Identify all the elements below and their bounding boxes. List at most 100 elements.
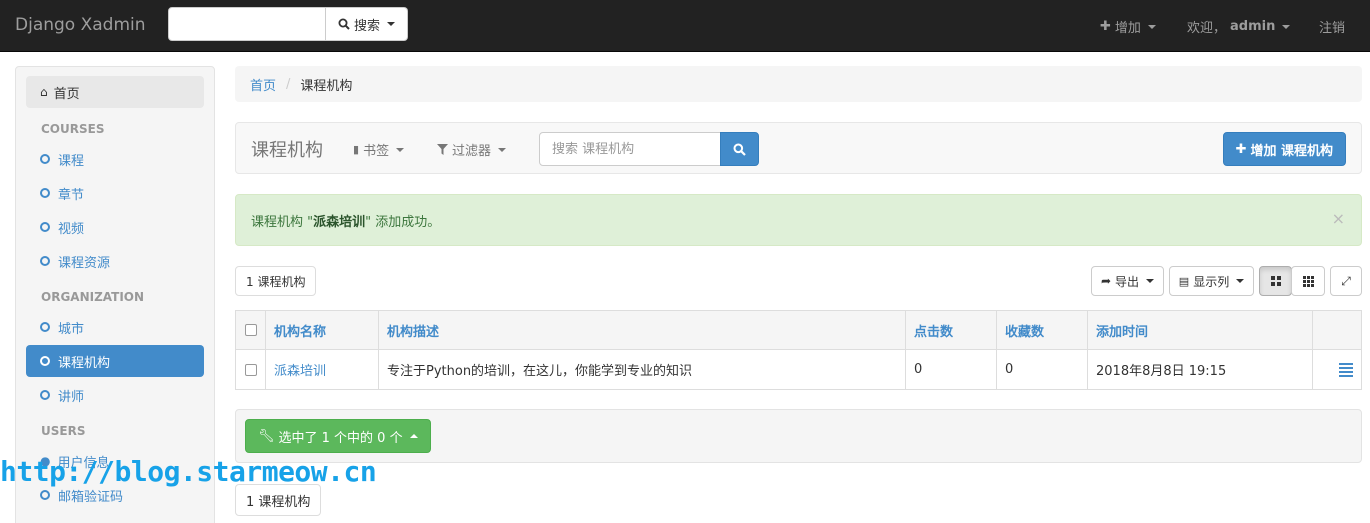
alert-object-name: 派森培训 bbox=[313, 214, 366, 230]
bookmarks-menu[interactable]: ▮ 书签 bbox=[353, 140, 405, 159]
sidebar-item-label: 章节 bbox=[58, 187, 85, 203]
column-header[interactable]: 机构描述 bbox=[379, 311, 906, 349]
wrench-icon: 🔧︎ bbox=[258, 428, 275, 444]
selection-label: 选中了 1 个中的 0 个 bbox=[278, 430, 403, 446]
circle-icon bbox=[40, 356, 50, 366]
columns-button[interactable]: ▤ 显示列 bbox=[1169, 266, 1254, 296]
sidebar-item-videos[interactable]: 视频 bbox=[26, 211, 204, 243]
list-search-input[interactable] bbox=[539, 132, 721, 166]
home-icon: ⌂ bbox=[40, 85, 48, 99]
breadcrumb-home[interactable]: 首页 bbox=[250, 75, 276, 94]
sidebar-item-label: 课程机构 bbox=[58, 355, 111, 371]
sidebar-item-home[interactable]: ⌂ 首页 bbox=[26, 76, 204, 108]
column-header[interactable]: 收藏数 bbox=[997, 311, 1088, 349]
sidebar-item-chapters[interactable]: 章节 bbox=[26, 177, 204, 209]
breadcrumb-current: 课程机构 bbox=[300, 78, 353, 94]
row-checkbox[interactable] bbox=[244, 363, 257, 376]
filters-label: 过滤器 bbox=[452, 144, 492, 159]
circle-icon bbox=[40, 256, 50, 266]
row-actions-cell[interactable] bbox=[1313, 350, 1361, 389]
results-table: 机构名称 机构描述 点击数 收藏数 添加时间 派森培训 专注于Python的培训… bbox=[235, 310, 1362, 390]
brand-link[interactable]: Django Xadmin bbox=[15, 15, 146, 35]
breadcrumb: 首页 / 课程机构 bbox=[235, 66, 1362, 102]
watermark: http://blog.starmeow.cn bbox=[0, 455, 377, 488]
sidebar-item-courses[interactable]: 课程 bbox=[26, 143, 204, 175]
nav-add-menu[interactable]: ✚ 增加 bbox=[1100, 17, 1156, 36]
table-cell: 0 bbox=[997, 350, 1088, 389]
logout-label: 注销 bbox=[1319, 21, 1346, 36]
th-large-icon bbox=[1270, 276, 1281, 286]
close-icon[interactable]: × bbox=[1332, 209, 1345, 228]
circle-icon bbox=[40, 154, 50, 164]
column-header[interactable]: 机构名称 bbox=[266, 311, 379, 349]
bookmarks-label: 书签 bbox=[363, 144, 390, 159]
row-select-cell bbox=[236, 350, 266, 389]
fullscreen-button[interactable]: ⤢ bbox=[1330, 266, 1362, 296]
org-name-link[interactable]: 派森培训 bbox=[266, 350, 379, 389]
actions-bar: 🔧︎ 选中了 1 个中的 0 个 bbox=[235, 409, 1362, 463]
success-alert: 课程机构 " 派森培训 " 添加成功。 × bbox=[235, 194, 1362, 246]
welcome-text: 欢迎， bbox=[1187, 21, 1227, 36]
expand-icon: ⤢ bbox=[1341, 273, 1351, 288]
logout-link[interactable]: 注销 bbox=[1319, 17, 1345, 36]
search-icon bbox=[733, 143, 746, 156]
export-label: 导出 bbox=[1115, 274, 1140, 289]
username: admin bbox=[1230, 19, 1276, 34]
table-cell: 专注于Python的培训，在这儿，你能学到专业的知识 bbox=[379, 350, 906, 389]
plus-icon: ✚ bbox=[1235, 141, 1247, 157]
alert-prefix: 课程机构 " bbox=[251, 214, 314, 230]
sidebar-item-label: 邮箱验证码 bbox=[58, 489, 124, 505]
list-toolbar: 课程机构 ▮ 书签 过滤器 ✚ 增加 课程机构 bbox=[235, 122, 1362, 174]
chevron-down-icon bbox=[1236, 279, 1245, 283]
grid-view-button[interactable] bbox=[1259, 266, 1292, 296]
columns-label: 显示列 bbox=[1193, 274, 1230, 289]
batch-actions-button[interactable]: 🔧︎ 选中了 1 个中的 0 个 bbox=[245, 419, 431, 453]
sidebar-item-cities[interactable]: 城市 bbox=[26, 311, 204, 343]
column-header[interactable]: 添加时间 bbox=[1088, 311, 1313, 349]
global-search-input[interactable] bbox=[168, 7, 326, 41]
chevron-up-icon bbox=[409, 434, 418, 438]
circle-icon bbox=[40, 322, 50, 332]
list-icon[interactable] bbox=[1339, 362, 1353, 377]
select-all-cell bbox=[236, 311, 266, 349]
chevron-down-icon bbox=[387, 22, 395, 26]
column-header[interactable]: 点击数 bbox=[906, 311, 997, 349]
sidebar-item-label: 首页 bbox=[53, 86, 80, 102]
sidebar-section-header: COURSES bbox=[41, 122, 105, 136]
nav-add-label: 增加 bbox=[1114, 21, 1141, 36]
circle-icon bbox=[40, 390, 50, 400]
global-search-button[interactable]: 搜索 bbox=[326, 7, 408, 41]
export-button[interactable]: ➦ 导出 bbox=[1091, 266, 1164, 296]
actions-column-header bbox=[1313, 311, 1361, 349]
user-menu[interactable]: 欢迎， admin bbox=[1187, 17, 1291, 36]
sidebar-item-label: 城市 bbox=[58, 321, 85, 337]
table-header-row: 机构名称 机构描述 点击数 收藏数 添加时间 bbox=[236, 311, 1361, 350]
chevron-down-icon bbox=[1282, 24, 1291, 29]
sidebar-item-course-orgs[interactable]: 课程机构 bbox=[26, 345, 204, 377]
chevron-down-icon bbox=[498, 147, 507, 152]
sidebar-item-label: 讲师 bbox=[58, 389, 85, 405]
sidebar-item-teachers[interactable]: 讲师 bbox=[26, 379, 204, 411]
top-navbar: Django Xadmin 搜索 ✚ 增加 欢迎， admin 注销 bbox=[0, 0, 1370, 52]
circle-icon bbox=[40, 188, 50, 198]
list-search-button[interactable] bbox=[720, 132, 759, 166]
global-search-label: 搜索 bbox=[353, 18, 380, 34]
add-course-org-button[interactable]: ✚ 增加 课程机构 bbox=[1222, 132, 1346, 166]
alert-suffix: " 添加成功。 bbox=[365, 214, 441, 230]
book-icon: ▮ bbox=[353, 143, 360, 156]
result-count-bottom: 1 课程机构 bbox=[235, 484, 322, 516]
filters-menu[interactable]: 过滤器 bbox=[437, 140, 507, 159]
sidebar-section-header: ORGANIZATION bbox=[41, 290, 145, 304]
sidebar-item-label: 课程 bbox=[58, 153, 85, 169]
table-cell: 0 bbox=[906, 350, 997, 389]
sidebar-section-header: USERS bbox=[41, 424, 86, 438]
sidebar-item-course-resources[interactable]: 课程资源 bbox=[26, 245, 204, 277]
list-alt-icon: ▤ bbox=[1178, 274, 1190, 288]
compact-grid-view-button[interactable] bbox=[1291, 266, 1325, 296]
circle-icon bbox=[40, 222, 50, 232]
select-all-checkbox[interactable] bbox=[244, 324, 257, 336]
chevron-down-icon bbox=[1147, 24, 1156, 29]
table-row[interactable]: 派森培训 专注于Python的培训，在这儿，你能学到专业的知识 0 0 2018… bbox=[236, 350, 1361, 389]
chevron-down-icon bbox=[396, 147, 405, 152]
plus-icon: ✚ bbox=[1100, 19, 1111, 34]
